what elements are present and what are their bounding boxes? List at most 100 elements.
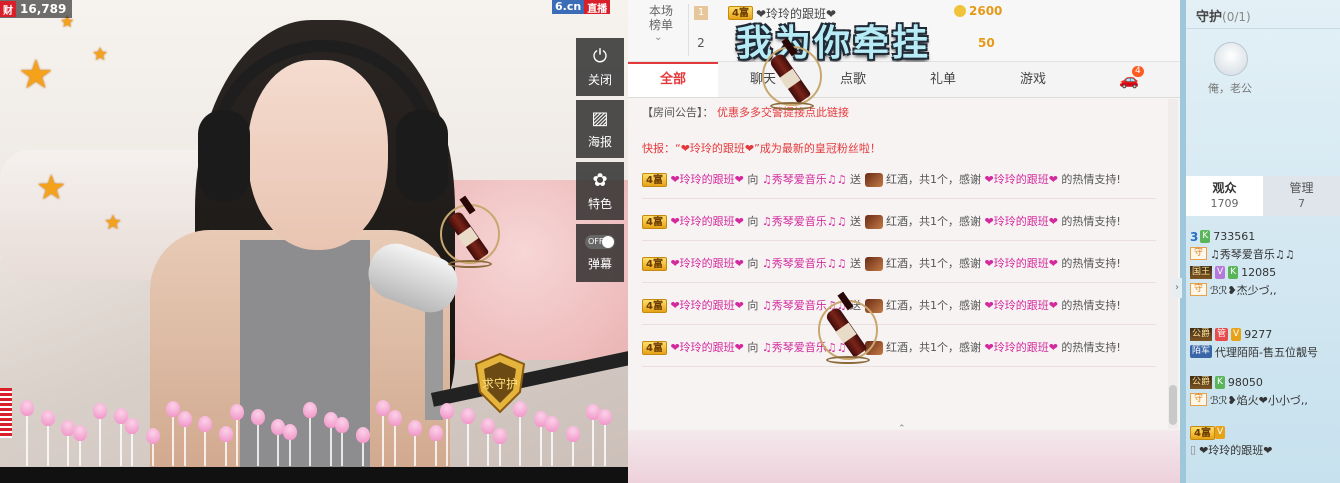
- receiver-name[interactable]: ♫秀琴爱音乐♫♫: [762, 173, 847, 186]
- chat-message: 4富 ❤玲玲的跟班❤ 向 ♫秀琴爱音乐♫♫ 送 红酒，共1个，感谢 ❤玲玲的跟班…: [642, 169, 1156, 199]
- audience-name[interactable]: ℬℛ❥杰少づ,,: [1210, 282, 1277, 298]
- wealth-icon: 财: [0, 1, 16, 17]
- audience-name[interactable]: ♫秀琴爱音乐♫♫: [1210, 246, 1295, 262]
- chevron-down-icon[interactable]: ⌄: [654, 32, 662, 43]
- tulip-stem: [329, 426, 332, 466]
- audience-badges: 公爵 K 98050: [1190, 374, 1338, 391]
- audience-item[interactable]: 4富 V ▯ ❤玲玲的跟班❤: [1190, 424, 1338, 458]
- tulip-stem: [551, 430, 553, 466]
- sender-name[interactable]: ❤玲玲的跟班❤: [667, 173, 743, 186]
- thanks-name[interactable]: ❤玲玲的跟班❤: [985, 257, 1058, 270]
- rank-number: 2: [697, 36, 705, 50]
- wine-bottle-effect: [818, 290, 878, 370]
- tulip-stem: [487, 432, 489, 466]
- sender-name[interactable]: ❤玲玲的跟班❤: [667, 215, 743, 228]
- wine-base: [448, 260, 492, 268]
- tab-car[interactable]: 🚗 4: [1078, 62, 1180, 97]
- role-badge: V: [1215, 266, 1226, 279]
- vip-badge: K: [1200, 230, 1211, 243]
- audience-item[interactable]: 3 K 733561 守 ♫秀琴爱音乐♫♫: [1190, 228, 1338, 262]
- tulip-flower: [408, 420, 422, 436]
- rank-row[interactable]: 2: [694, 34, 728, 52]
- tulip-stem: [341, 431, 343, 466]
- close-button[interactable]: ⏻ 关闭: [576, 38, 624, 96]
- tab-all[interactable]: 全部: [628, 62, 718, 97]
- sender-name[interactable]: ❤玲玲的跟班❤: [667, 341, 743, 354]
- wine-gift-icon: [864, 173, 883, 187]
- guard-header: 守护(0/1): [1196, 6, 1251, 25]
- sender-name[interactable]: ❤玲玲的跟班❤: [667, 299, 743, 312]
- tulip-decoration: [0, 400, 628, 470]
- guard-name[interactable]: 俺，老公: [1208, 80, 1252, 96]
- tulip-flower: [20, 400, 34, 416]
- rank-label[interactable]: 本场 榜单: [644, 4, 678, 32]
- send-word: 送: [846, 215, 865, 228]
- receiver-name[interactable]: ♫秀琴爱音乐♫♫: [762, 257, 847, 270]
- audience-item[interactable]: 公爵 K 98050 守 ℬℛ❥焰火❤小小づ,,: [1190, 374, 1338, 408]
- audience-badges: 公爵管 V 9277: [1190, 326, 1338, 343]
- tulip-flower: [513, 401, 527, 417]
- thanks-name[interactable]: ❤玲玲的跟班❤: [985, 215, 1058, 228]
- wine-base: [826, 356, 870, 364]
- audience-item[interactable]: 公爵管 V 9277 陌军 代理陌陌-售五位靓号: [1190, 326, 1338, 360]
- tab-audience-label: 观众: [1212, 181, 1237, 195]
- tab-audience[interactable]: 观众 1709: [1186, 176, 1263, 216]
- live-room: ★ ★ ★ ★ ★ 财 16,789 6.cn 直播 ⏻ 关闭 ▨ 海报 ✿ 特…: [0, 0, 1340, 483]
- audience-name[interactable]: ❤玲玲的跟班❤: [1199, 442, 1272, 458]
- site-logo[interactable]: 6.cn 直播: [552, 0, 611, 15]
- gift-text: 红酒，共1个，感谢: [882, 299, 985, 312]
- danmaku-label: 弹幕: [587, 256, 612, 271]
- tulip-flower: [335, 417, 349, 433]
- tulip-flower: [565, 426, 580, 442]
- message-list[interactable]: 【房间公告】： 优惠多多交警提接点此链接 快报：“❤玲玲的跟班❤”成为最新的皇冠…: [628, 99, 1168, 429]
- audience-name[interactable]: ℬℛ❥焰火❤小小づ,,: [1210, 392, 1308, 408]
- power-icon: ⏻: [592, 45, 608, 67]
- audience-item[interactable]: 国王 V K 12085 守 ℬℛ❥杰少づ,,: [1190, 264, 1338, 298]
- chat-panel: 本场 榜单 ⌄ 1 4富 ❤玲玲的跟班❤ 2600 2 50 我为你牵挂 全部 …: [628, 0, 1180, 483]
- video-player[interactable]: ★ ★ ★ ★ ★ 财 16,789 6.cn 直播 ⏻ 关闭 ▨ 海报 ✿ 特…: [0, 0, 628, 483]
- audience-name-row: 陌军 代理陌陌-售五位靓号: [1190, 343, 1338, 360]
- group-tag: 陌军: [1190, 345, 1213, 358]
- tulip-stem: [172, 415, 174, 466]
- expand-arrow-icon[interactable]: ›: [1172, 278, 1182, 298]
- effects-button[interactable]: ✿ 特色: [576, 162, 624, 220]
- gift-text: 红酒，共1个，感谢: [882, 341, 985, 354]
- video-control-bar[interactable]: [0, 467, 628, 483]
- chat-bottom-area: [628, 430, 1180, 483]
- phone-icon: ▯: [1190, 443, 1197, 456]
- thanks-name[interactable]: ❤玲玲的跟班❤: [985, 341, 1058, 354]
- thanks-name[interactable]: ❤玲玲的跟班❤: [985, 173, 1058, 186]
- chat-message: 4富 ❤玲玲的跟班❤ 向 ♫秀琴爱音乐♫♫ 送 红酒，共1个，感谢 ❤玲玲的跟班…: [642, 211, 1156, 241]
- tulip-flower: [250, 409, 265, 425]
- guard-title: 守护: [1196, 10, 1223, 25]
- rank-badge: 3: [1190, 229, 1199, 244]
- tab-gifts[interactable]: 礼单: [898, 62, 988, 97]
- tulip-flower: [198, 416, 212, 432]
- tab-admins[interactable]: 管理 7: [1263, 176, 1340, 216]
- danmaku-toggle[interactable]: OFF: [585, 234, 615, 249]
- tulip-stem: [151, 442, 154, 466]
- avatar[interactable]: [1214, 42, 1248, 76]
- tab-games[interactable]: 游戏: [988, 62, 1078, 97]
- danmaku-button[interactable]: OFF 弹幕: [576, 224, 624, 282]
- poster-button[interactable]: ▨ 海报: [576, 100, 624, 158]
- receiver-name[interactable]: ♫秀琴爱音乐♫♫: [762, 215, 847, 228]
- notice-label: 【房间公告】：: [642, 106, 714, 119]
- tulip-flower: [545, 416, 559, 432]
- thanks-name[interactable]: ❤玲玲的跟班❤: [985, 299, 1058, 312]
- guard-tag: 守: [1190, 283, 1208, 296]
- audience-name[interactable]: 代理陌陌-售五位靓号: [1215, 344, 1318, 360]
- tulip-stem: [539, 425, 542, 466]
- tulip-flower: [230, 404, 244, 420]
- rank-number: 1: [694, 6, 708, 20]
- tulip-flower: [492, 428, 507, 444]
- guard-tag: 守: [1190, 247, 1208, 260]
- scrollbar-thumb[interactable]: [1169, 385, 1177, 425]
- gift-messages: 4富 ❤玲玲的跟班❤ 向 ♫秀琴爱音乐♫♫ 送 红酒，共1个，感谢 ❤玲玲的跟班…: [642, 169, 1156, 367]
- vip-badge: K: [1215, 376, 1225, 389]
- message-tail: 的热情支持!: [1057, 299, 1121, 312]
- sender-name[interactable]: ❤玲玲的跟班❤: [667, 257, 743, 270]
- collapse-icon[interactable]: ⌃: [898, 424, 906, 434]
- tulip-stem: [131, 432, 133, 466]
- chat-scrollbar[interactable]: [1168, 99, 1178, 429]
